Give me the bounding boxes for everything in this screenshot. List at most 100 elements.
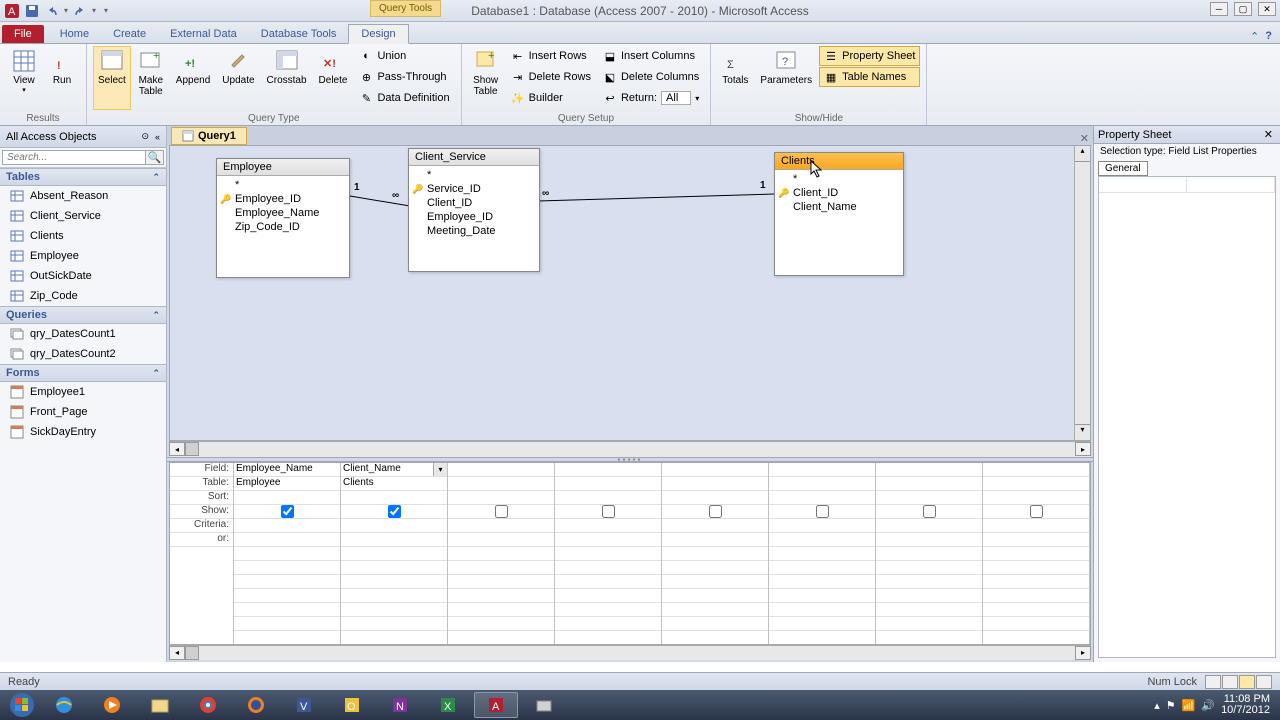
tray-volume-icon[interactable]: 🔊 <box>1201 699 1215 712</box>
qbe-extra-cell[interactable] <box>983 603 1089 617</box>
redo-dropdown-icon[interactable]: ▾ <box>92 6 96 15</box>
nav-table-item[interactable]: Absent_Reason <box>0 186 166 206</box>
qbe-sort-cell[interactable] <box>876 491 982 505</box>
property-row[interactable] <box>1099 177 1275 193</box>
qbe-criteria-cell[interactable] <box>341 519 447 533</box>
qbe-or-cell[interactable] <box>234 533 340 547</box>
run-button[interactable]: ! Run <box>44 46 80 110</box>
nav-table-item[interactable]: Clients <box>0 226 166 246</box>
tray-network-icon[interactable]: 📶 <box>1182 699 1196 712</box>
qbe-or-cell[interactable] <box>769 533 875 547</box>
qbe-sort-cell[interactable] <box>769 491 875 505</box>
qbe-sort-cell[interactable] <box>341 491 447 505</box>
make-table-button[interactable]: + MakeTable <box>133 46 169 110</box>
qbe-extra-cell[interactable] <box>769 617 875 631</box>
tab-file[interactable]: File <box>2 25 44 43</box>
taskbar-ie[interactable] <box>42 692 86 718</box>
nav-query-item[interactable]: qry_DatesCount1 <box>0 324 166 344</box>
table-field-star[interactable]: * <box>775 172 903 186</box>
qbe-show-cell[interactable] <box>234 505 340 519</box>
qbe-show-cell[interactable] <box>769 505 875 519</box>
qbe-extra-cell[interactable] <box>234 561 340 575</box>
qbe-table-cell[interactable] <box>876 477 982 491</box>
qbe-column[interactable] <box>448 463 555 643</box>
scroll-right-icon[interactable]: ▸ <box>1075 442 1091 456</box>
qbe-show-cell[interactable] <box>448 505 554 519</box>
vertical-scrollbar[interactable]: ▴ ▾ <box>1074 146 1090 440</box>
start-button[interactable] <box>4 691 40 719</box>
document-tab-query1[interactable]: Query1 <box>171 127 247 145</box>
show-checkbox[interactable] <box>495 505 508 518</box>
show-table-button[interactable]: + ShowTable <box>468 46 504 110</box>
delete-rows-button[interactable]: ⇥Delete Rows <box>506 67 596 87</box>
nav-table-item[interactable]: Client_Service <box>0 206 166 226</box>
nav-query-item[interactable]: qry_DatesCount2 <box>0 344 166 364</box>
qbe-extra-cell[interactable] <box>876 561 982 575</box>
undo-icon[interactable] <box>44 3 60 19</box>
taskbar-media[interactable] <box>90 692 134 718</box>
qbe-or-cell[interactable] <box>555 533 661 547</box>
qbe-field-cell[interactable] <box>662 463 768 477</box>
table-field[interactable]: 🔑Service_ID <box>409 182 539 196</box>
table-field[interactable]: Client_Name <box>775 200 903 214</box>
qbe-sort-cell[interactable] <box>234 491 340 505</box>
nav-table-item[interactable]: OutSickDate <box>0 266 166 286</box>
taskbar-chrome[interactable] <box>186 692 230 718</box>
tab-create[interactable]: Create <box>101 25 158 43</box>
qbe-table-cell[interactable] <box>448 477 554 491</box>
nav-section-tables[interactable]: Tables⌃ <box>0 168 166 186</box>
qbe-column[interactable] <box>983 463 1090 643</box>
table-field[interactable]: 🔑Client_ID <box>775 186 903 200</box>
qbe-extra-cell[interactable] <box>662 617 768 631</box>
scroll-left-icon[interactable]: ◂ <box>169 442 185 456</box>
qbe-field-cell[interactable] <box>448 463 554 477</box>
qbe-extra-cell[interactable] <box>234 589 340 603</box>
qbe-extra-cell[interactable] <box>983 617 1089 631</box>
qbe-extra-cell[interactable] <box>876 547 982 561</box>
qbe-extra-cell[interactable] <box>662 561 768 575</box>
table-box-clients[interactable]: Clients * 🔑Client_ID Client_Name <box>774 152 904 276</box>
table-field[interactable]: Meeting_Date <box>409 224 539 238</box>
qbe-show-cell[interactable] <box>983 505 1089 519</box>
view-button[interactable]: View ▾ <box>6 46 42 110</box>
table-names-toggle[interactable]: ▦Table Names <box>819 67 920 87</box>
table-field-star[interactable]: * <box>217 178 349 192</box>
qbe-extra-cell[interactable] <box>983 575 1089 589</box>
qbe-extra-cell[interactable] <box>769 547 875 561</box>
qbe-extra-cell[interactable] <box>555 617 661 631</box>
tab-home[interactable]: Home <box>48 25 101 43</box>
taskbar-firefox[interactable] <box>234 692 278 718</box>
document-close-button[interactable]: ✕ <box>1076 132 1093 145</box>
qbe-extra-cell[interactable] <box>662 547 768 561</box>
delete-columns-button[interactable]: ⬕Delete Columns <box>598 67 704 87</box>
table-field-star[interactable]: * <box>409 168 539 182</box>
scroll-right-icon[interactable]: ▸ <box>1075 646 1091 660</box>
show-checkbox[interactable] <box>816 505 829 518</box>
qbe-or-cell[interactable] <box>341 533 447 547</box>
update-button[interactable]: Update <box>217 46 259 110</box>
close-button[interactable]: ✕ <box>1258 2 1276 16</box>
qbe-show-cell[interactable] <box>662 505 768 519</box>
qbe-or-cell[interactable] <box>876 533 982 547</box>
nav-header[interactable]: All Access Objects ⊙ « <box>0 126 166 148</box>
qbe-extra-cell[interactable] <box>662 603 768 617</box>
qbe-sort-cell[interactable] <box>448 491 554 505</box>
qbe-column[interactable] <box>876 463 983 643</box>
qbe-column[interactable] <box>555 463 662 643</box>
qbe-extra-cell[interactable] <box>555 575 661 589</box>
table-title[interactable]: Clients <box>775 153 903 170</box>
nav-form-item[interactable]: SickDayEntry <box>0 422 166 442</box>
qbe-field-cell[interactable] <box>769 463 875 477</box>
qbe-extra-cell[interactable] <box>555 589 661 603</box>
qbe-column[interactable] <box>662 463 769 643</box>
property-sheet-close-button[interactable]: ✕ <box>1261 128 1276 141</box>
union-button[interactable]: ◐Union <box>354 46 454 66</box>
table-title[interactable]: Client_Service <box>409 149 539 166</box>
qbe-column[interactable]: Employee_NameEmployee <box>234 463 341 643</box>
layout-view-button[interactable] <box>1256 675 1272 689</box>
nav-section-forms[interactable]: Forms⌃ <box>0 364 166 382</box>
tray-flag-icon[interactable]: ⚑ <box>1166 699 1176 712</box>
qbe-extra-cell[interactable] <box>983 561 1089 575</box>
qbe-field-cell[interactable] <box>555 463 661 477</box>
tab-database-tools[interactable]: Database Tools <box>249 25 349 43</box>
